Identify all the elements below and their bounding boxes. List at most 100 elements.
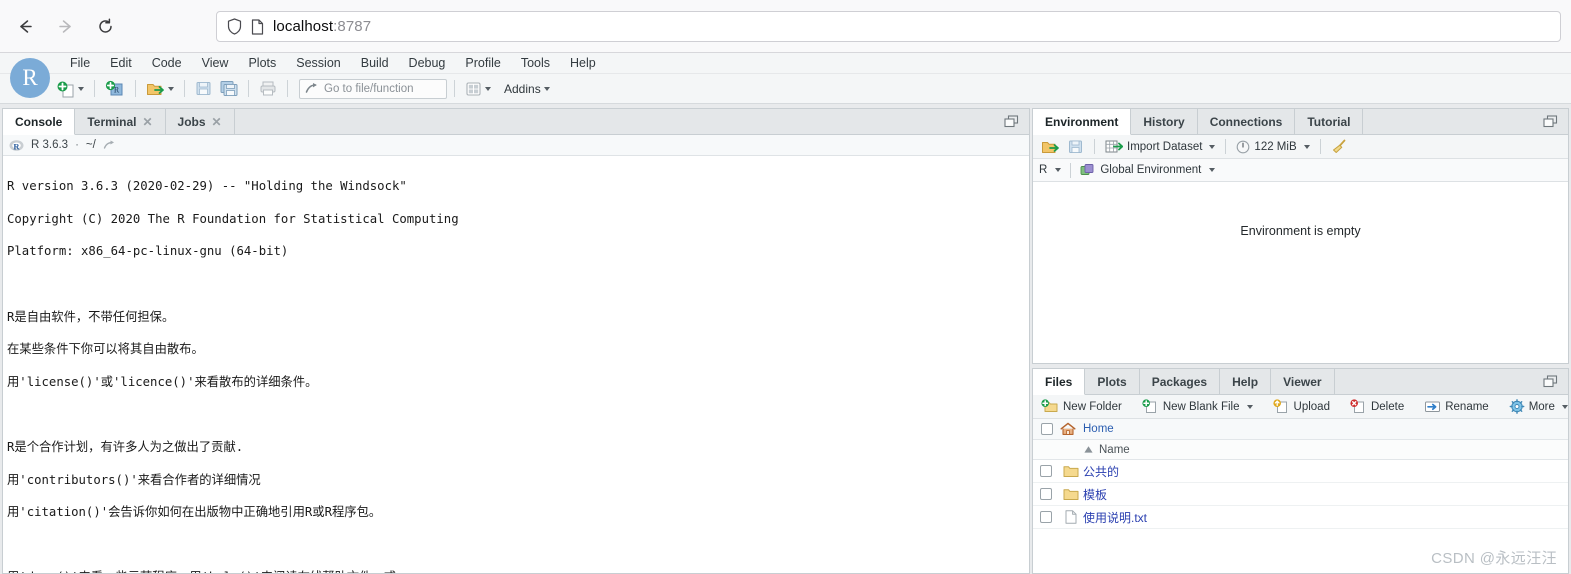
tab-packages[interactable]: Packages <box>1139 369 1221 394</box>
menu-item-help[interactable]: Help <box>560 54 606 72</box>
menu-item-code[interactable]: Code <box>142 54 192 72</box>
tab-connections-label: Connections <box>1209 114 1283 129</box>
browser-chrome: localhost:8787 <box>0 0 1571 53</box>
address-bar[interactable]: localhost:8787 <box>216 11 1561 42</box>
tab-environment[interactable]: Environment <box>1033 109 1132 135</box>
environment-scope-caret-icon[interactable] <box>1209 168 1216 172</box>
tab-connections[interactable]: Connections <box>1197 109 1296 134</box>
select-all-checkbox[interactable] <box>1041 423 1053 435</box>
menu-item-plots[interactable]: Plots <box>238 54 286 72</box>
global-environment-icon <box>1080 164 1094 175</box>
maximize-console-button[interactable] <box>1000 111 1023 133</box>
file-row-name[interactable]: 使用说明.txt <box>1083 509 1147 526</box>
broom-icon <box>1332 139 1346 153</box>
more-caret-icon[interactable] <box>1561 404 1568 409</box>
pane-layout-button[interactable] <box>462 78 494 100</box>
tab-files[interactable]: Files <box>1033 369 1086 395</box>
save-all-button[interactable] <box>217 78 241 100</box>
console-panel: Console Terminal ✕ Jobs ✕ R R 3.6.3 · ~/… <box>2 108 1030 574</box>
tab-terminal[interactable]: Terminal ✕ <box>75 109 166 134</box>
new-file-button[interactable] <box>54 78 87 100</box>
print-button[interactable] <box>256 78 280 100</box>
tab-packages-label: Packages <box>1151 374 1208 389</box>
new-blank-file-label: New Blank File <box>1162 400 1240 413</box>
tab-console[interactable]: Console <box>3 109 76 135</box>
files-column-header: Name <box>1033 440 1568 460</box>
addins-caret-icon[interactable] <box>543 86 550 91</box>
console-output[interactable]: R version 3.6.3 (2020-02-29) -- "Holding… <box>3 156 1029 573</box>
console-line: R是个合作计划，有许多人为之做出了贡献. <box>7 440 244 455</box>
new-project-icon: R <box>105 80 123 95</box>
addins-button[interactable]: Addins <box>496 78 553 100</box>
delete-button[interactable]: Delete <box>1347 397 1407 416</box>
list-item[interactable]: 模板 <box>1033 483 1568 506</box>
clear-environment-button[interactable] <box>1328 137 1351 157</box>
close-icon[interactable]: ✕ <box>212 116 222 128</box>
file-row-name[interactable]: 公共的 <box>1083 463 1119 480</box>
menu-item-view[interactable]: View <box>192 54 239 72</box>
open-file-button[interactable] <box>143 78 177 100</box>
rename-button[interactable]: Rename <box>1421 397 1491 416</box>
url-port: :8787 <box>333 18 372 35</box>
memory-usage-button[interactable]: 122 MiB <box>1233 138 1312 156</box>
import-dataset-button[interactable]: Import Dataset <box>1102 137 1218 156</box>
tab-viewer[interactable]: Viewer <box>1271 369 1335 394</box>
maximize-files-button[interactable] <box>1539 371 1562 393</box>
upload-button[interactable]: Upload <box>1270 397 1333 416</box>
environment-body: Environment is empty <box>1033 182 1568 363</box>
arrow-left-icon <box>19 19 32 33</box>
language-caret-icon[interactable] <box>1055 168 1062 172</box>
tab-help[interactable]: Help <box>1220 369 1272 394</box>
load-workspace-button[interactable] <box>1038 137 1062 157</box>
console-line: 用'license()'或'licence()'来看散布的详细条件。 <box>7 374 318 389</box>
save-workspace-button[interactable] <box>1065 137 1087 157</box>
list-item[interactable]: 使用说明.txt <box>1033 506 1568 529</box>
more-button[interactable]: More <box>1506 397 1568 416</box>
close-icon[interactable]: ✕ <box>142 116 152 128</box>
reload-button[interactable] <box>88 9 122 43</box>
tab-history[interactable]: History <box>1131 109 1198 134</box>
menu-item-build[interactable]: Build <box>351 54 399 72</box>
memory-caret-icon[interactable] <box>1303 144 1310 149</box>
menu-item-debug[interactable]: Debug <box>399 54 456 72</box>
new-blank-file-button[interactable]: New Blank File <box>1139 397 1256 416</box>
new-file-caret-icon[interactable] <box>78 86 84 91</box>
list-item[interactable]: 公共的 <box>1033 460 1568 483</box>
maximize-environment-button[interactable] <box>1539 111 1562 133</box>
menu-item-session[interactable]: Session <box>286 54 350 72</box>
import-dataset-caret-icon[interactable] <box>1209 144 1216 149</box>
file-row-checkbox-cell <box>1033 511 1059 523</box>
import-dataset-label: Import Dataset <box>1127 140 1203 153</box>
breadcrumb-home-link[interactable]: Home <box>1083 423 1114 435</box>
new-project-button[interactable]: R <box>102 78 128 100</box>
open-in-new-icon[interactable] <box>103 139 117 151</box>
file-row-name[interactable]: 模板 <box>1083 486 1107 503</box>
menu-item-tools[interactable]: Tools <box>511 54 560 72</box>
shield-icon <box>227 18 242 35</box>
new-folder-button[interactable]: New Folder <box>1038 397 1125 416</box>
save-icon <box>1069 140 1082 153</box>
goto-file-function-input[interactable]: Go to file/function <box>299 78 447 99</box>
file-row-checkbox[interactable] <box>1040 488 1052 500</box>
files-header-name-col[interactable]: Name <box>1083 444 1130 456</box>
rstudio-logo: R <box>10 58 50 98</box>
menu-item-profile[interactable]: Profile <box>455 54 510 72</box>
file-row-checkbox[interactable] <box>1040 511 1052 523</box>
tab-plots[interactable]: Plots <box>1085 369 1140 394</box>
console-line: R是自由软件，不带任何担保。 <box>7 309 175 324</box>
file-row-checkbox-cell <box>1033 488 1059 500</box>
file-row-checkbox[interactable] <box>1040 465 1052 477</box>
save-button[interactable] <box>192 78 215 100</box>
open-file-caret-icon[interactable] <box>168 86 174 91</box>
back-button[interactable] <box>8 9 42 43</box>
menu-item-edit[interactable]: Edit <box>100 54 142 72</box>
pane-layout-caret-icon[interactable] <box>485 86 491 91</box>
menu-item-file[interactable]: File <box>60 54 100 72</box>
tab-tutorial[interactable]: Tutorial <box>1295 109 1364 134</box>
sort-ascending-icon <box>1084 446 1093 453</box>
tab-jobs[interactable]: Jobs ✕ <box>165 109 235 134</box>
file-row-icon-cell <box>1059 465 1083 478</box>
tab-tutorial-label: Tutorial <box>1307 114 1351 129</box>
new-blank-file-caret-icon[interactable] <box>1246 404 1253 409</box>
